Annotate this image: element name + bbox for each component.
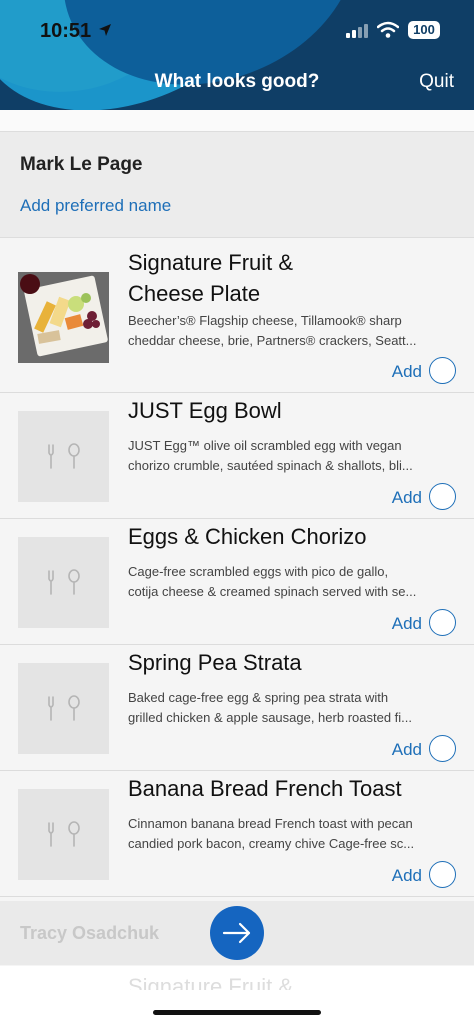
status-time: 10:51 [40,20,92,42]
cellular-signal-icon [346,24,368,38]
fork-spoon-icon [48,569,80,595]
next-guest-name: Tracy Osadchuk [20,923,160,943]
food-placeholder-image [18,663,109,754]
arrow-right-icon [222,922,251,944]
fork-spoon-icon [48,821,80,847]
item-description: cheddar cheese, brie, Partners® crackers… [128,333,417,348]
cheese-plate-image [18,272,109,363]
item-title: Signature Fruit & Cheese Plate [128,247,448,309]
menu-item[interactable]: Signature Fruit & Cheese Plate Beecher’s… [0,239,474,393]
add-radio-button[interactable] [429,861,456,888]
food-placeholder-image [18,411,109,502]
page-title: What looks good? [154,71,320,92]
menu-item[interactable]: Eggs & Chicken Chorizo Cage-free scrambl… [0,519,474,645]
food-placeholder-image [18,789,109,880]
item-description: Baked cage-free egg & spring pea strata … [128,690,389,705]
next-guest-peek: Signature Fruit & [0,966,474,1024]
item-title: Banana Bread French Toast [128,776,402,801]
add-radio-button[interactable] [429,609,456,636]
guest-section: Mark Le Page Add preferred name [0,132,474,238]
quit-button[interactable]: Quit [419,71,454,93]
fork-spoon-icon [48,695,80,721]
menu-list: Signature Fruit & Cheese Plate Beecher’s… [0,239,474,897]
add-label[interactable]: Add [392,362,422,382]
next-guest-bar: Tracy Osadchuk [0,901,474,965]
item-description: Cage-free scrambled eggs with pico de ga… [128,564,389,579]
add-label[interactable]: Add [392,614,422,634]
add-label[interactable]: Add [392,740,422,760]
item-title-line: Signature Fruit & [128,250,294,275]
menu-item[interactable]: Banana Bread French Toast Cinnamon banan… [0,771,474,897]
item-description: grilled chicken & apple sausage, herb ro… [128,710,413,725]
header-bar: 10:51 100 What looks good? Quit [0,0,474,110]
peek-item-title: Signature Fruit & [128,974,294,990]
add-label[interactable]: Add [392,866,422,886]
item-description: chorizo crumble, sautéed spinach & shall… [128,458,413,473]
item-description: Cinnamon banana bread French toast with … [128,816,413,831]
location-arrow-icon [99,24,111,36]
battery-indicator: 100 [408,21,440,39]
scroll-top-strip [0,110,474,132]
add-label[interactable]: Add [392,488,422,508]
add-preferred-name-link[interactable]: Add preferred name [20,196,171,216]
add-radio-button[interactable] [429,735,456,762]
home-indicator[interactable] [153,1010,321,1015]
item-title: Spring Pea Strata [128,650,302,675]
next-button[interactable] [210,906,264,960]
food-photo [18,272,109,363]
item-description: JUST Egg™ olive oil scrambled egg with v… [128,438,402,453]
item-title: JUST Egg Bowl [128,398,282,423]
item-description: cotija cheese & creamed spinach served w… [128,584,417,599]
add-radio-button[interactable] [429,483,456,510]
item-title-line: Cheese Plate [128,281,261,306]
item-title: Eggs & Chicken Chorizo [128,524,367,549]
status-bar: 10:51 100 [0,18,474,48]
item-description: candied pork bacon, creamy chive Cage-fr… [128,836,415,851]
item-description: Beecher’s® Flagship cheese, Tillamook® s… [128,313,402,328]
fork-spoon-icon [48,443,80,469]
guest-name: Mark Le Page [20,154,143,175]
add-radio-button[interactable] [429,357,456,384]
food-placeholder-image [18,537,109,628]
menu-item[interactable]: Spring Pea Strata Baked cage-free egg & … [0,645,474,771]
wifi-icon [377,21,399,38]
menu-item[interactable]: JUST Egg Bowl JUST Egg™ olive oil scramb… [0,393,474,519]
